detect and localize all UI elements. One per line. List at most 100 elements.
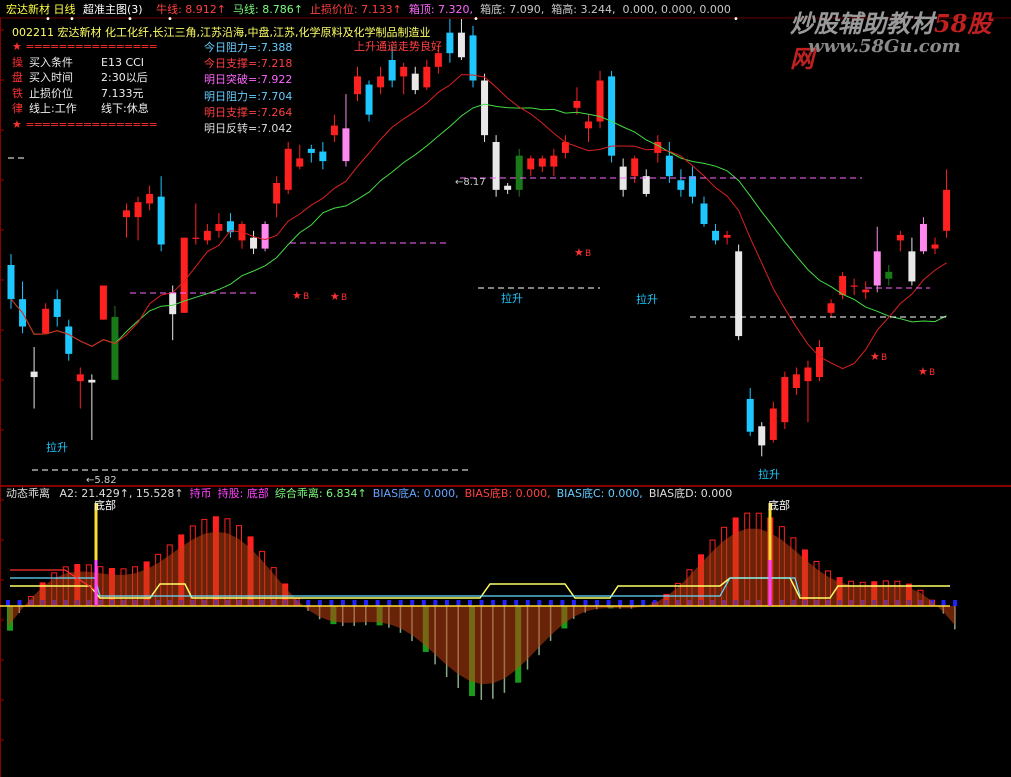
indicator-row: 牛线: 8.912↑ 马线: 8.786↑ 止损价位: 7.133↑ 箱顶: 7.32… (156, 3, 738, 16)
buy-signal-star: ★ (292, 289, 302, 302)
candle-body (411, 73, 419, 91)
candle-body (781, 377, 789, 423)
level-row: 明日反转=:7.042 (204, 122, 293, 135)
green-moving-average (10, 103, 947, 347)
zero-line-marker (618, 600, 623, 606)
candle-body (319, 151, 327, 162)
level-row: 明日支撑=:7.264 (204, 105, 293, 119)
level-row: 明日阻力=:7.704 (204, 89, 293, 103)
info-row-value: 7.133元 (101, 86, 144, 100)
candle-body (481, 80, 489, 136)
main-chart-name[interactable]: 超准主图(3) (83, 3, 143, 16)
candle-body (88, 379, 96, 383)
candle-body (99, 285, 107, 320)
candle-body (342, 128, 350, 162)
candle-body (723, 234, 731, 238)
info-row-label: 买入时间 (29, 71, 73, 84)
candle-body (735, 251, 743, 337)
candle-body (215, 224, 223, 231)
zero-line-marker (433, 600, 438, 606)
candle-body (7, 265, 15, 300)
zero-line-marker (456, 600, 461, 606)
zero-line-marker (444, 600, 449, 606)
candle-body (943, 189, 951, 231)
candle-body (273, 183, 281, 204)
level-row: 今日支撑=:7.218 (204, 57, 293, 71)
candle-body (492, 142, 500, 190)
candle-body (585, 121, 592, 129)
zero-line-marker (941, 600, 946, 606)
buy-signal-star: ★ (918, 365, 928, 378)
indicator-5: 箱高: 3.244, (551, 3, 616, 16)
buy-signal-star: ★ (330, 290, 340, 303)
candle-body (538, 158, 546, 167)
lower-panel-name[interactable]: 动态乖离 (6, 487, 50, 500)
level-row: 今日阻力=:7.388 (204, 41, 293, 54)
zero-line-marker (583, 600, 588, 606)
signal-lift-label: 拉升 (758, 467, 780, 481)
info-row-value: 线下:休息 (101, 102, 149, 115)
candle-body (642, 176, 650, 194)
candle-body (330, 125, 338, 136)
lower-value-5: BIAS底B: 0.000, (464, 487, 551, 500)
info-row: 律线上:工作 线下:休息 (12, 102, 149, 115)
zero-line-marker (560, 600, 565, 606)
candle-body (134, 202, 142, 218)
zero-line-marker (537, 600, 542, 606)
stock-title[interactable]: 宏达新材 日线 (6, 3, 76, 16)
info-separator: ★ ================ (12, 117, 158, 131)
lower-value-0: A2: 21.429↑, 15.528↑ (59, 487, 184, 500)
lower-value-4: BIAS底A: 0.000, (372, 487, 459, 500)
level-row: 明日突破=:7.922 (204, 73, 293, 87)
signal-lift-label: 拉升 (501, 291, 523, 305)
buy-signal-star: ★ (870, 350, 880, 363)
info-row-label: 线上:工作 (29, 102, 77, 115)
candle-body (712, 230, 720, 241)
zero-line-marker (548, 600, 553, 606)
candle-body (296, 158, 304, 167)
candle-body (665, 155, 673, 177)
candle-body (931, 244, 939, 249)
candle-body (758, 426, 766, 446)
candle-body (792, 374, 800, 388)
candle-body (203, 230, 211, 241)
buy-signal-label: B (881, 353, 887, 363)
candle-body (261, 224, 269, 249)
lower-value-6: BIAS底C: 0.000, (556, 487, 643, 500)
signal-lift-label: 拉升 (636, 292, 658, 306)
candle-body (469, 35, 477, 81)
info-row-icon: 铁 (12, 86, 23, 100)
zero-line-marker (410, 600, 415, 606)
candle-body (157, 196, 165, 245)
bottom-label: 底部 (94, 498, 116, 512)
signal-lift-label: 拉升 (46, 440, 68, 454)
candle-body (192, 237, 200, 239)
candle-body (850, 285, 858, 287)
watermark-url: www.58Gu.com (808, 36, 961, 57)
lower-value-1: 持币 (189, 487, 212, 500)
zero-line-marker (398, 600, 403, 606)
indicator-3: 箱顶: 7.320, (408, 3, 474, 16)
indicator-1: 马线: 8.786↑ (233, 3, 303, 16)
candle-body (596, 80, 604, 122)
buy-signal-label: B (929, 368, 935, 378)
buy-signal-label: B (585, 249, 591, 259)
zero-line-marker (468, 600, 472, 606)
zero-line-marker (502, 600, 507, 606)
trend-note: 上升通道走势良好 (354, 40, 442, 53)
zero-line-marker (479, 600, 484, 606)
stock-info-line: 002211 宏达新材 化工化纤,长江三角,江苏沿海,中盘,江苏,化学原料及化学… (12, 26, 431, 39)
zero-line-marker (953, 600, 958, 606)
candle-body (30, 371, 38, 378)
zero-line-marker (571, 600, 576, 606)
candle-body (434, 53, 442, 67)
candle-body (111, 316, 119, 380)
candle-body (631, 158, 639, 177)
info-row-label: 止损价位 (29, 86, 73, 100)
zero-line-marker (340, 600, 345, 606)
candle-body (250, 237, 258, 249)
candle-body (700, 203, 708, 224)
buy-signal-label: B (303, 292, 309, 302)
zero-line-marker (329, 600, 334, 606)
price-low-mark: ←5.82 (86, 475, 117, 486)
